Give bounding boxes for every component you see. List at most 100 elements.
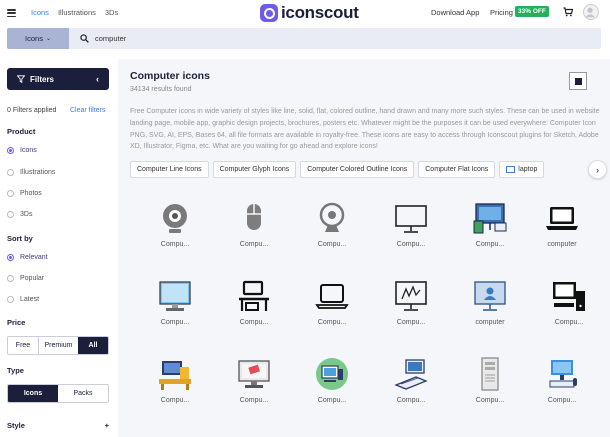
- chevron-right-icon[interactable]: ›: [588, 160, 607, 179]
- search-type-label: Icons: [25, 34, 43, 43]
- workstation-flat-icon: [159, 361, 191, 390]
- radio-selected-icon: [7, 147, 14, 154]
- product-option-photos[interactable]: Photos: [7, 190, 42, 197]
- devices-flat-icon: [473, 203, 507, 234]
- icon-card[interactable]: Compu...: [293, 279, 371, 349]
- search-bar: Icons ⌄ computer: [7, 28, 601, 49]
- chip-glyph-icons[interactable]: Computer Glyph Icons: [212, 161, 297, 178]
- tower-case-icon: [481, 357, 499, 391]
- chevron-left-icon[interactable]: ‹: [96, 74, 99, 84]
- type-option-icons[interactable]: Icons: [8, 385, 58, 402]
- webcam-outline-icon: [319, 202, 345, 232]
- icon-card-label: Compu...: [554, 319, 584, 326]
- icon-card[interactable]: computer: [451, 279, 529, 349]
- chip-laptop[interactable]: laptop: [499, 161, 545, 178]
- search-type-dropdown[interactable]: Icons ⌄: [7, 28, 69, 49]
- icon-card-label: Compu...: [547, 397, 577, 404]
- style-section-title: Style: [7, 421, 25, 430]
- cart-icon[interactable]: [563, 7, 573, 17]
- brand-logo[interactable]: iconscout: [260, 3, 359, 23]
- icon-card-label: Compu...: [475, 397, 505, 404]
- icon-card[interactable]: Compu...: [215, 357, 293, 427]
- style-section[interactable]: Style +: [7, 421, 109, 430]
- product-option-3ds[interactable]: 3Ds: [7, 211, 32, 218]
- sort-option-popular[interactable]: Popular: [7, 275, 44, 282]
- expand-icon[interactable]: +: [105, 421, 109, 430]
- icon-card[interactable]: Compu...: [451, 357, 529, 427]
- icon-card-label: Compu...: [317, 397, 347, 404]
- laptop-line-icon: [315, 284, 349, 309]
- radio-icon: [7, 169, 14, 176]
- icon-card[interactable]: Compu...: [523, 357, 601, 427]
- mouse-icon: [247, 204, 261, 230]
- icon-card[interactable]: Compu...: [372, 201, 450, 271]
- grid-view-toggle[interactable]: [569, 72, 587, 90]
- monitor-circuit-icon: [395, 281, 427, 311]
- filters-label: Filters: [30, 74, 55, 84]
- price-toggle: Free Premium All: [7, 336, 109, 355]
- sort-section-title: Sort by: [7, 234, 33, 243]
- icon-card-label: Compu...: [396, 397, 426, 404]
- icon-card[interactable]: Compu...: [136, 201, 214, 271]
- icon-card[interactable]: Compu...: [293, 357, 371, 427]
- nav-link-icons[interactable]: Icons: [31, 8, 49, 17]
- icon-card[interactable]: Compu...: [293, 201, 371, 271]
- chip-colored-outline-icons[interactable]: Computer Colored Outline Icons: [300, 161, 415, 178]
- grid-icon: [574, 77, 582, 85]
- nav-link-3ds[interactable]: 3Ds: [105, 8, 118, 17]
- icon-card[interactable]: Compu...: [136, 357, 214, 427]
- clear-filters-link[interactable]: Clear filters: [70, 107, 105, 114]
- offer-badge[interactable]: 33% OFF: [515, 6, 549, 17]
- filters-button[interactable]: Filters ‹: [7, 68, 109, 90]
- icon-card[interactable]: Compu...: [451, 201, 529, 271]
- pricing-link[interactable]: Pricing: [490, 8, 513, 17]
- icon-card-label: Compu...: [160, 241, 190, 248]
- chip-line-icons[interactable]: Computer Line Icons: [130, 161, 209, 178]
- radio-icon: [7, 211, 14, 218]
- type-option-packs[interactable]: Packs: [58, 385, 108, 402]
- image-icon: [506, 166, 516, 173]
- radio-icon: [7, 275, 14, 282]
- type-section-title: Type: [7, 366, 24, 375]
- nav-link-illustrations[interactable]: Illustrations: [58, 8, 96, 17]
- icon-card-label: Compu...: [396, 319, 426, 326]
- avatar[interactable]: [583, 4, 599, 20]
- price-option-all[interactable]: All: [78, 337, 108, 354]
- menu-icon[interactable]: [7, 9, 16, 18]
- option-label: 3Ds: [20, 211, 33, 218]
- price-option-premium[interactable]: Premium: [38, 337, 78, 354]
- radio-selected-icon: [7, 254, 14, 261]
- related-chips: Computer Line Icons Computer Glyph Icons…: [130, 161, 545, 178]
- icon-card-label: computer: [475, 319, 505, 326]
- chip-flat-icons[interactable]: Computer Flat Icons: [418, 161, 496, 178]
- icon-card[interactable]: computer: [523, 201, 601, 271]
- option-label: Photos: [20, 190, 42, 197]
- type-toggle: Icons Packs: [7, 384, 109, 403]
- chevron-down-icon: ⌄: [45, 36, 51, 42]
- download-app-link[interactable]: Download App: [431, 8, 479, 17]
- top-navigation: Icons Illustrations 3Ds iconscout Downlo…: [0, 0, 610, 27]
- product-option-illustrations[interactable]: Illustrations: [7, 169, 55, 176]
- filter-sidebar: Filters ‹ 0 Filters applied Clear filter…: [0, 59, 118, 437]
- sort-option-latest[interactable]: Latest: [7, 296, 39, 303]
- icon-card[interactable]: Compu...: [215, 201, 293, 271]
- laptop-solid-icon: [546, 207, 578, 230]
- icon-card[interactable]: Compu...: [372, 279, 450, 349]
- icon-card[interactable]: Compu...: [530, 279, 608, 349]
- icon-card-label: Compu...: [317, 241, 347, 248]
- icon-card-label: Compu...: [239, 241, 269, 248]
- monitor-user-icon: [474, 281, 506, 311]
- price-option-free[interactable]: Free: [8, 337, 38, 354]
- icon-card[interactable]: Compu...: [136, 279, 214, 349]
- search-input[interactable]: computer: [95, 34, 126, 43]
- product-option-icons[interactable]: Icons: [7, 147, 37, 154]
- monitor-red-icon: [238, 360, 270, 388]
- icon-card-label: Compu...: [396, 241, 426, 248]
- webcam-icon: [163, 204, 187, 233]
- icon-card-label: Compu...: [239, 397, 269, 404]
- icon-card-label: Compu...: [475, 241, 505, 248]
- icon-card[interactable]: Compu...: [372, 357, 450, 427]
- sort-option-relevant[interactable]: Relevant: [7, 254, 48, 261]
- icon-card[interactable]: Compu...: [215, 279, 293, 349]
- radio-icon: [7, 296, 14, 303]
